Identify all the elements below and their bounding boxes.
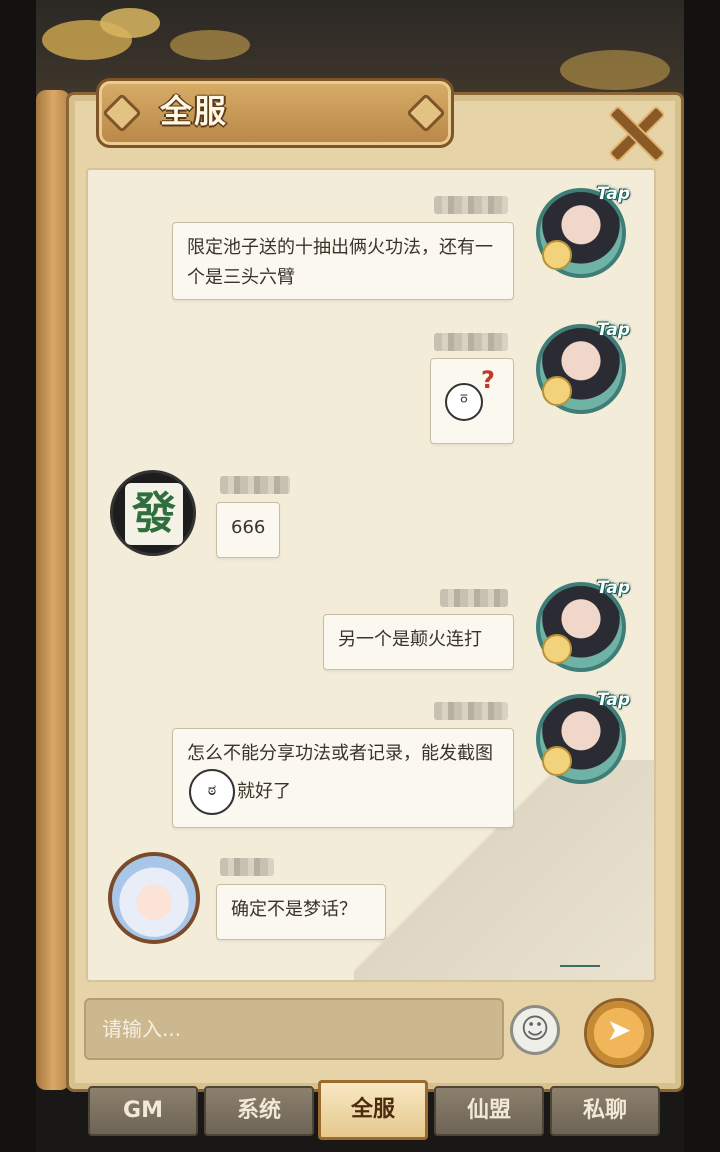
sender-name-blurred xyxy=(434,333,508,351)
sender-name-blurred xyxy=(220,476,290,494)
cloud-ornament xyxy=(560,50,670,90)
tab-private-chat[interactable]: 私聊 xyxy=(550,1086,660,1136)
tab-all-server[interactable]: 全服 xyxy=(318,1080,428,1140)
chat-bubble[interactable]: 666 xyxy=(216,502,280,558)
avatar[interactable]: Tap xyxy=(536,184,630,278)
pet-icon xyxy=(542,746,572,776)
ink-stroke xyxy=(560,955,600,967)
sender-name-blurred xyxy=(434,196,508,214)
pet-icon xyxy=(542,634,572,664)
avatar[interactable] xyxy=(108,852,200,944)
pet-icon xyxy=(542,240,572,270)
confused-face-icon: ㆆ xyxy=(445,383,483,421)
channel-tabs: GM 系统 全服 仙盟 私聊 xyxy=(84,1080,664,1152)
chat-bubble[interactable]: 确定不是梦话？ xyxy=(216,884,386,940)
message-text: 另一个是颠火连打 xyxy=(338,629,482,650)
angry-face-icon: ಠ xyxy=(189,769,235,815)
right-margin xyxy=(684,0,720,1152)
cloud-ornament xyxy=(100,8,160,38)
title-plaque xyxy=(96,78,454,148)
pet-icon xyxy=(542,376,572,406)
message-text: 666 xyxy=(231,517,266,538)
left-margin xyxy=(0,0,36,1152)
tap-badge: Tap xyxy=(596,320,630,340)
page-title: 全服 xyxy=(160,92,229,130)
chat-bubble[interactable]: 怎么不能分享功法或者记录，能发截图 ಠ 就好了 xyxy=(172,728,514,828)
paper-plane-icon: ➤ xyxy=(606,1013,632,1048)
chat-bubble[interactable]: 限定池子送的十抽出俩火功法，还有一个是三头六臂 xyxy=(172,222,514,300)
mahjong-fa-tile: 發 xyxy=(125,483,183,545)
tab-system[interactable]: 系统 xyxy=(204,1086,314,1136)
message-text: 就好了 xyxy=(237,781,291,802)
tap-badge: Tap xyxy=(596,578,630,598)
message-text: 确定不是梦话？ xyxy=(231,899,357,920)
avatar[interactable]: Tap xyxy=(536,578,630,672)
chat-bubble[interactable]: 另一个是颠火连打 xyxy=(323,614,514,670)
sender-name-blurred xyxy=(434,702,508,720)
tab-gm[interactable]: GM xyxy=(88,1086,198,1136)
avatar[interactable]: 發 xyxy=(110,470,196,556)
sticker-bubble[interactable]: ㆆ ? xyxy=(430,358,514,444)
scroll-roller xyxy=(36,90,70,1090)
smiley-icon: ☺ xyxy=(520,1012,550,1045)
close-button[interactable] xyxy=(606,104,666,163)
tap-badge: Tap xyxy=(596,690,630,710)
sender-name-blurred xyxy=(440,589,508,607)
tap-badge: Tap xyxy=(596,184,630,204)
tab-guild[interactable]: 仙盟 xyxy=(434,1086,544,1136)
emoji-button[interactable]: ☺ xyxy=(510,1005,560,1055)
sender-name-blurred xyxy=(220,858,274,876)
avatar[interactable]: Tap xyxy=(536,320,630,414)
message-text: 限定池子送的十抽出俩火功法，还有一个是三头六臂 xyxy=(187,237,493,288)
message-text: 怎么不能分享功法或者记录，能发截图 xyxy=(187,743,493,764)
cloud-ornament xyxy=(170,30,250,60)
send-button[interactable]: ➤ xyxy=(584,998,654,1068)
avatar[interactable]: Tap xyxy=(536,690,630,784)
message-input-wrapper xyxy=(84,998,504,1060)
message-input[interactable] xyxy=(86,1000,502,1058)
question-mark-icon: ? xyxy=(481,366,495,394)
